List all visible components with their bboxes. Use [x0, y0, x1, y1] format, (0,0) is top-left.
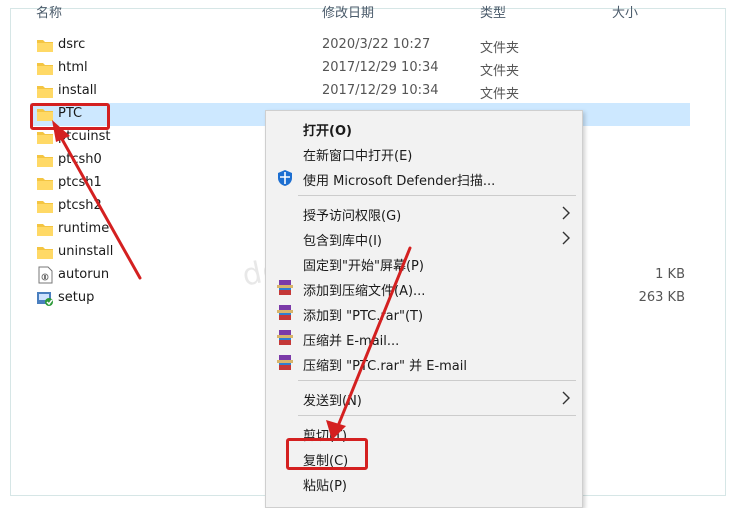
annotation-arrows [52, 120, 412, 440]
arrow-to-copy [326, 246, 412, 440]
arrow-to-ptc [52, 120, 142, 280]
